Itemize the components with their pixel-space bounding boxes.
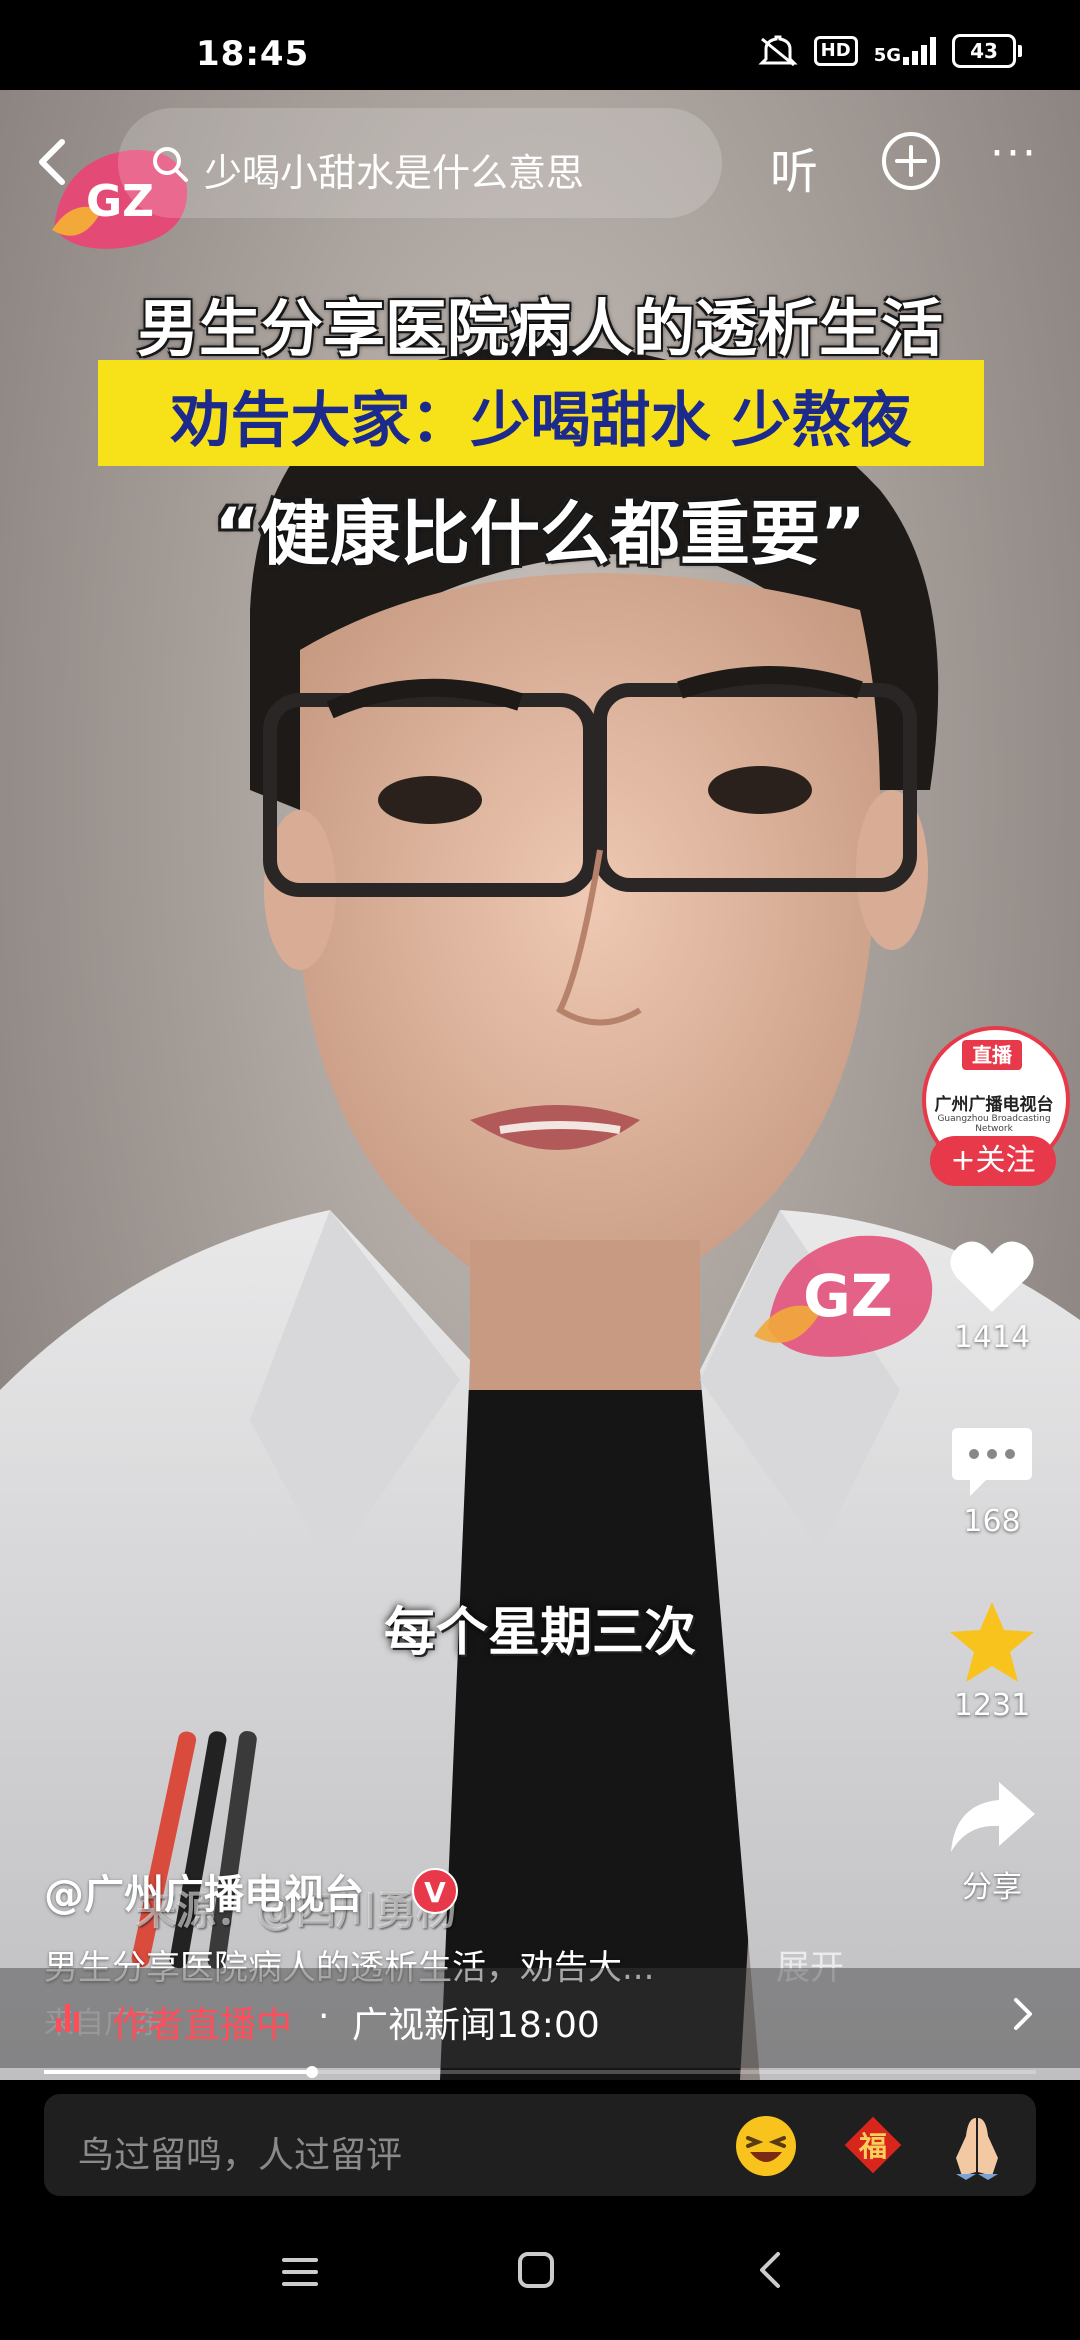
avatar-channel-name: 广州广播电视台 — [934, 1095, 1054, 1115]
hd-badge: HD — [813, 36, 858, 66]
laugh-emoji-icon[interactable] — [734, 2114, 798, 2178]
progress-knob[interactable] — [305, 2066, 318, 2078]
status-time: 18:45 — [196, 34, 310, 74]
progress-fill — [44, 2070, 312, 2074]
video-player[interactable]: GZ 少喝小甜水是什么意思 听 ··· 男生分享医院病人的透析生活 劝告大家：少… — [0, 90, 1080, 2080]
signal-group: 5G — [874, 37, 936, 65]
chevron-right-icon — [1014, 1998, 1032, 2030]
comment-count: 168 — [963, 1504, 1021, 1539]
fu-emoji-icon[interactable]: 福 — [840, 2112, 906, 2178]
favorite-button[interactable]: 1231 — [930, 1598, 1054, 1723]
comment-icon — [952, 1428, 1032, 1496]
signal-icon — [903, 37, 936, 65]
live-status-label: 作者直播中 — [112, 2005, 293, 2046]
gz-watermark-logo: GZ — [754, 1235, 933, 1357]
comment-button[interactable]: 168 — [930, 1424, 1054, 1539]
author-name[interactable]: @广州广播电视台 — [44, 1862, 364, 1920]
heart-icon — [950, 1241, 1034, 1312]
live-wave-icon — [56, 2002, 79, 2032]
fu-char: 福 — [858, 2130, 887, 2163]
comment-input[interactable]: 鸟过留鸣，人过留评 福 — [44, 2094, 1036, 2196]
video-progress-bar[interactable] — [44, 2066, 1036, 2078]
menu-icon[interactable] — [280, 2254, 320, 2290]
mute-icon — [758, 35, 798, 67]
live-program-name: 广视新闻18:00 — [352, 2005, 600, 2046]
search-query[interactable]: 少喝小甜水是什么意思 — [204, 142, 584, 197]
share-button[interactable]: 分享 — [930, 1778, 1054, 1906]
headline-advice: 劝告大家：少喝甜水 少熬夜 — [170, 386, 912, 456]
status-bar: 18:45 HD 5G 43 — [0, 0, 1080, 90]
favorite-count: 1231 — [953, 1688, 1031, 1723]
battery-icon: 43 — [952, 34, 1022, 68]
headline-main: 男生分享医院病人的透析生活 — [136, 292, 943, 365]
network-type: 5G — [873, 45, 901, 66]
avatar-channel-sub: Guangzhou Broadcasting Network — [937, 1114, 1051, 1134]
like-button[interactable]: 1414 — [930, 1238, 1054, 1355]
nav-back-icon[interactable] — [756, 2250, 786, 2290]
add-circle-icon[interactable] — [880, 130, 942, 192]
listen-button[interactable]: 听 — [770, 132, 818, 202]
pray-emoji-icon[interactable] — [942, 2112, 1012, 2182]
gz-watermark-text: GZ — [803, 1262, 893, 1330]
status-icons: HD 5G 43 — [758, 34, 1022, 68]
follow-button[interactable]: +关注 — [930, 1136, 1056, 1186]
video-subtitle: 每个星期三次 — [383, 1603, 696, 1663]
headline-quote: “健康比什么都重要” — [213, 493, 866, 575]
battery-level: 43 — [970, 39, 998, 63]
star-icon — [950, 1602, 1034, 1682]
system-nav-bar — [0, 2210, 1080, 2340]
home-icon[interactable] — [516, 2250, 556, 2290]
more-icon[interactable]: ··· — [990, 128, 1038, 179]
search-icon — [153, 147, 188, 182]
share-icon — [951, 1782, 1035, 1852]
comment-bar: 鸟过留鸣，人过留评 福 — [0, 2080, 1080, 2210]
comment-placeholder: 鸟过留鸣，人过留评 — [78, 2135, 403, 2176]
live-separator: · — [318, 1996, 330, 2037]
verified-badge: V — [412, 1868, 458, 1914]
live-tag: 直播 — [962, 1040, 1022, 1070]
back-icon[interactable] — [28, 136, 80, 188]
like-count: 1414 — [953, 1320, 1031, 1355]
share-label: 分享 — [962, 1870, 1022, 1905]
author-live-bar[interactable]: 作者直播中 · 广视新闻18:00 — [0, 1968, 1080, 2068]
top-bar: 少喝小甜水是什么意思 听 ··· — [0, 90, 1080, 218]
